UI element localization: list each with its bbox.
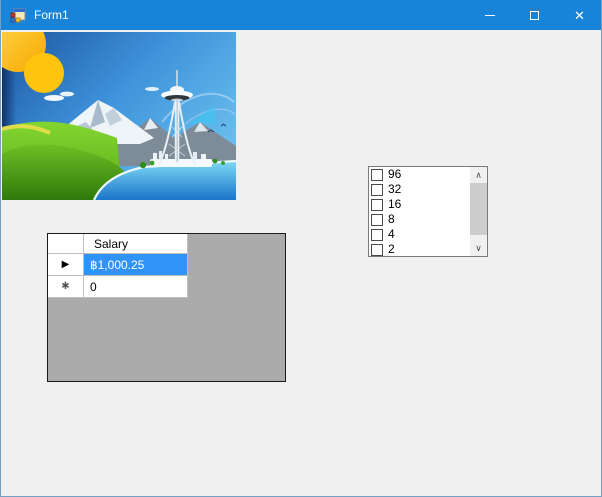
list-item[interactable]: 4 — [369, 227, 470, 242]
form-icon — [10, 8, 26, 23]
list-item-label: 32 — [388, 182, 402, 196]
picture-box — [2, 32, 236, 200]
checkbox-icon[interactable] — [371, 213, 383, 226]
checked-list-items: 96 32 16 8 4 2 — [369, 167, 470, 256]
salary-cell-row-1[interactable]: ฿1,000.25 — [84, 254, 188, 276]
list-item[interactable]: 2 — [369, 242, 470, 256]
form-client-area: 96 32 16 8 4 2 ∧ ∨ Salary ▶ ฿1,000.25 ✱ … — [1, 30, 601, 496]
grid-row-1: ▶ ฿1,000.25 — [48, 254, 285, 276]
list-item[interactable]: 32 — [369, 182, 470, 197]
title-bar[interactable]: Form1 ✕ — [1, 0, 601, 30]
list-item[interactable]: 8 — [369, 212, 470, 227]
maximize-icon — [530, 10, 539, 20]
checkbox-icon[interactable] — [371, 198, 383, 211]
chevron-up-icon: ∧ — [475, 169, 482, 180]
grid-corner-cell[interactable] — [48, 234, 84, 254]
chevron-down-icon: ∨ — [475, 242, 482, 253]
landscape-image — [2, 32, 236, 200]
list-item-label: 4 — [388, 227, 395, 241]
close-button[interactable]: ✕ — [557, 0, 601, 30]
scroll-up-button[interactable]: ∧ — [470, 167, 487, 183]
list-item-label: 96 — [388, 167, 402, 181]
minimize-button[interactable] — [467, 0, 512, 30]
window-controls: ✕ — [467, 0, 601, 30]
minimize-icon — [484, 14, 495, 16]
grid-row-new: ✱ 0 — [48, 276, 285, 298]
list-item-label: 16 — [388, 197, 402, 211]
checkbox-icon[interactable] — [371, 168, 383, 181]
vertical-scrollbar[interactable]: ∧ ∨ — [470, 167, 487, 256]
close-icon: ✕ — [574, 7, 585, 23]
salary-cell-new-row[interactable]: 0 — [84, 276, 188, 298]
list-item[interactable]: 16 — [369, 197, 470, 212]
scrollbar-thumb[interactable] — [470, 183, 487, 235]
checkbox-icon[interactable] — [371, 228, 383, 241]
maximize-button[interactable] — [512, 0, 557, 30]
checkbox-icon[interactable] — [371, 183, 383, 196]
checked-list-box[interactable]: 96 32 16 8 4 2 ∧ ∨ — [368, 166, 488, 257]
list-item[interactable]: 96 — [369, 167, 470, 182]
grid-header-row: Salary — [48, 234, 285, 254]
current-row-icon: ▶ — [61, 258, 70, 270]
checkbox-icon[interactable] — [371, 243, 383, 256]
list-item-label: 8 — [388, 212, 395, 226]
scroll-down-button[interactable]: ∨ — [470, 240, 487, 256]
window-title: Form1 — [34, 8, 69, 22]
new-row-icon: ✱ — [61, 280, 70, 292]
data-grid-view[interactable]: Salary ▶ ฿1,000.25 ✱ 0 — [47, 233, 286, 382]
cell-value: ฿1,000.25 — [90, 257, 145, 272]
column-header-label: Salary — [94, 236, 129, 251]
form-window: Form1 ✕ 96 32 16 8 4 2 ∧ ∨ Salary ▶ ฿1,0… — [0, 0, 602, 497]
list-item-label: 2 — [388, 242, 395, 256]
row-header-new[interactable]: ✱ — [48, 276, 84, 298]
cell-value: 0 — [90, 279, 97, 294]
row-header-current[interactable]: ▶ — [48, 254, 84, 276]
column-header-salary[interactable]: Salary — [84, 234, 188, 254]
